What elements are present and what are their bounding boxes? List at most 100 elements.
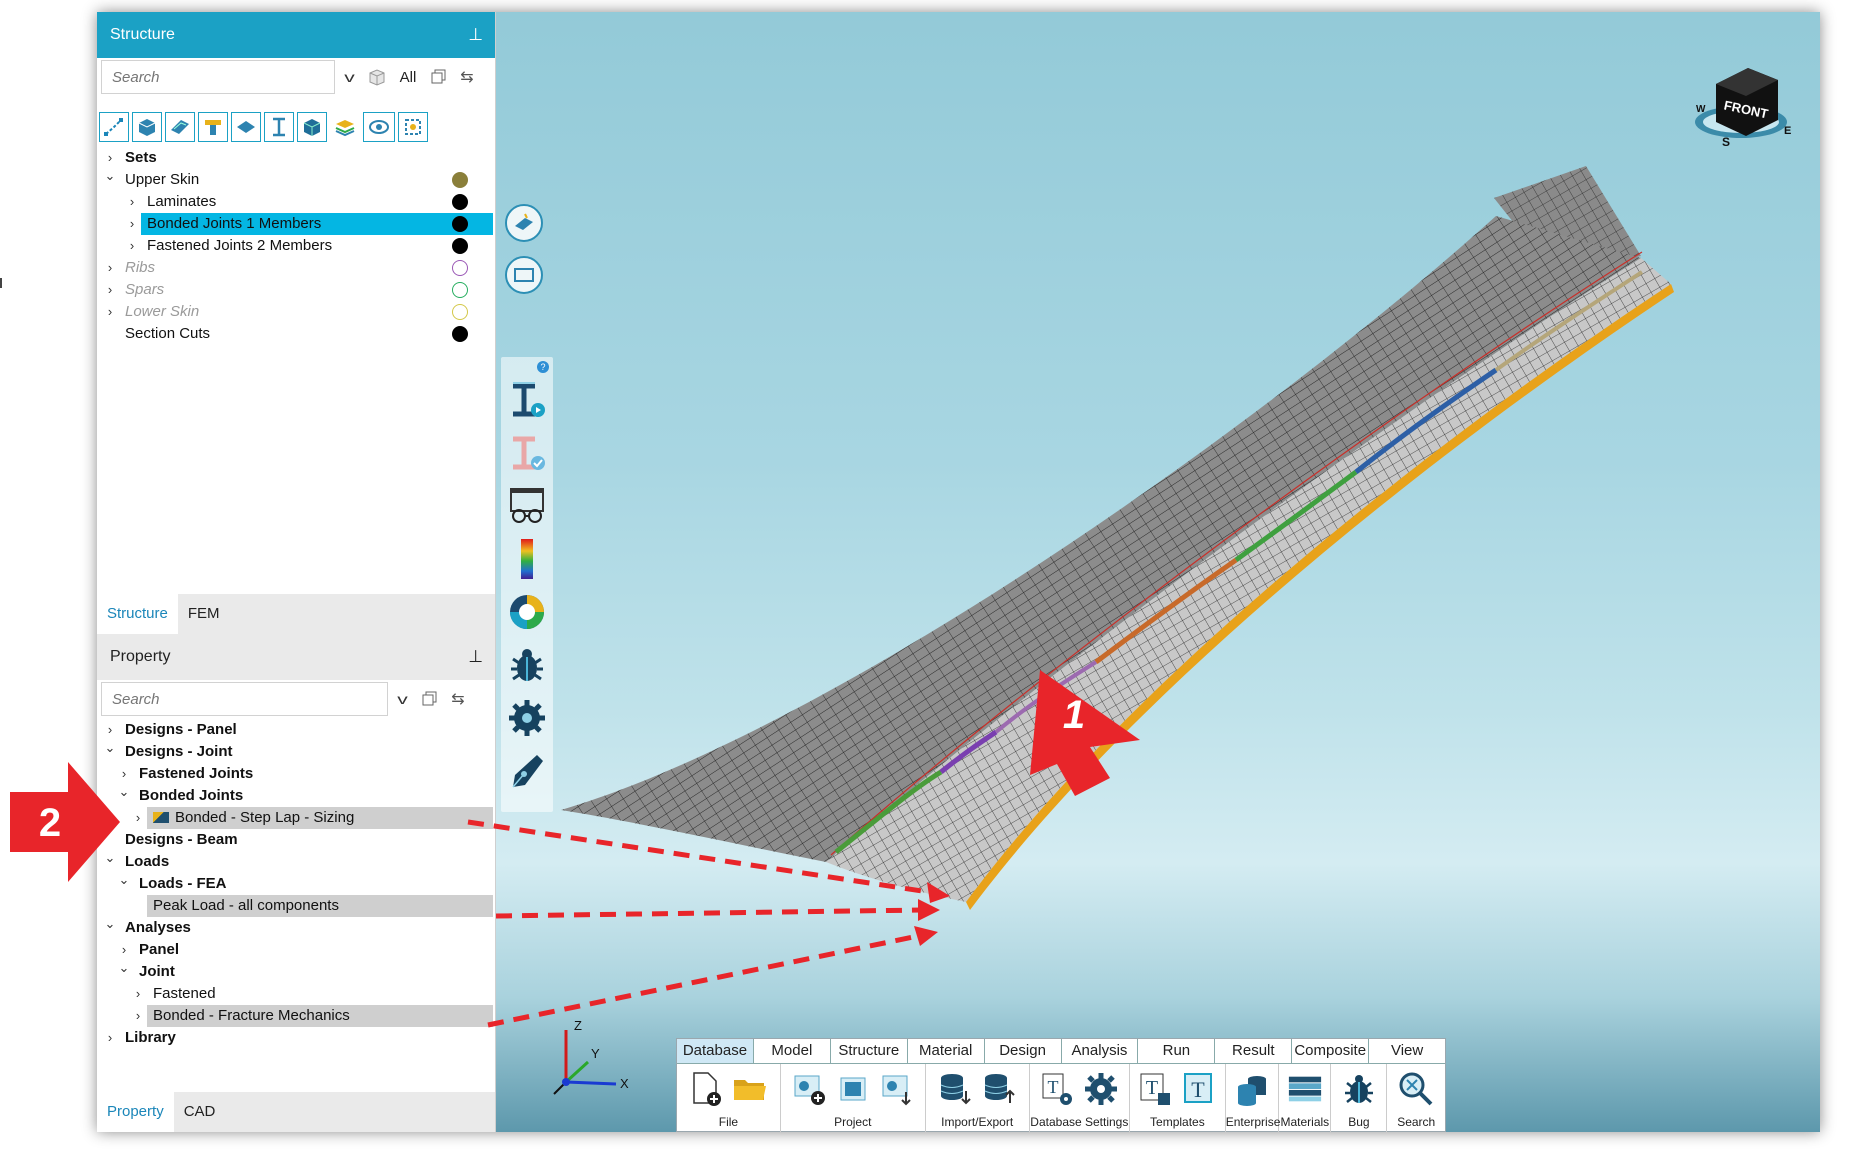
window-select-button[interactable] xyxy=(505,256,543,294)
layers-icon[interactable] xyxy=(330,112,360,142)
tree-row[interactable]: ⌄ Loads xyxy=(97,850,495,873)
export-database-icon[interactable] xyxy=(981,1070,1017,1108)
expand-chevron-right-icon[interactable]: › xyxy=(125,235,139,257)
copy-icon[interactable] xyxy=(416,684,444,714)
tree-row-content[interactable]: Analyses xyxy=(119,917,197,939)
tree-row-content[interactable]: Ribs xyxy=(119,257,161,279)
open-folder-icon[interactable] xyxy=(732,1070,768,1108)
template-icon[interactable]: T xyxy=(1181,1070,1217,1108)
tree-row[interactable]: › Sets xyxy=(97,147,495,169)
color-swatch-icon[interactable] xyxy=(452,304,468,320)
glasses-view-icon[interactable] xyxy=(506,485,548,527)
new-file-icon[interactable] xyxy=(688,1070,724,1108)
expand-chevron-right-icon[interactable]: › xyxy=(103,1027,117,1049)
color-swatch-icon[interactable] xyxy=(452,216,468,232)
tree-row[interactable]: ⌄ Upper Skin xyxy=(97,168,495,191)
tree-row-content[interactable]: Loads - FEA xyxy=(133,873,233,895)
expand-chevron-right-icon[interactable]: › xyxy=(125,191,139,213)
tree-row-content[interactable]: Laminates xyxy=(141,191,222,213)
tree-row-content[interactable]: Bonded - Fracture Mechanics xyxy=(147,1005,493,1027)
ribbon-tab-view[interactable]: View xyxy=(1369,1039,1445,1063)
chevron-down-icon[interactable]: v xyxy=(335,62,363,92)
tree-row[interactable]: › Bonded - Step Lap - Sizing xyxy=(97,807,495,829)
tree-row[interactable]: Peak Load - all components xyxy=(97,895,495,917)
tree-row[interactable]: ⌄ Designs - Joint xyxy=(97,740,495,763)
node-filter-icon[interactable] xyxy=(99,112,129,142)
expand-chevron-right-icon[interactable]: › xyxy=(103,279,117,301)
color-swatch-icon[interactable] xyxy=(452,172,468,188)
tab-structure[interactable]: Structure xyxy=(97,594,178,634)
expand-chevron-down-icon[interactable]: ⌄ xyxy=(117,957,131,979)
tree-row[interactable]: ⌄ Loads - FEA xyxy=(97,872,495,895)
ribbon-tab-run[interactable]: Run xyxy=(1138,1039,1216,1063)
ribbon-tab-database[interactable]: Database xyxy=(677,1039,754,1063)
filter-all-button[interactable]: All xyxy=(391,62,425,92)
section-view-icon[interactable] xyxy=(363,112,395,142)
template-save-icon[interactable]: T xyxy=(1137,1070,1173,1108)
tab-fem[interactable]: FEM xyxy=(178,594,230,634)
expand-chevron-down-icon[interactable]: ⌄ xyxy=(103,847,117,869)
beam-filter-icon[interactable] xyxy=(198,112,228,142)
tree-row[interactable]: Section Cuts xyxy=(97,323,495,345)
expand-chevron-right-icon[interactable]: › xyxy=(131,807,145,829)
tree-row-content[interactable]: Lower Skin xyxy=(119,301,205,323)
tree-row-content[interactable]: Fastened xyxy=(147,983,222,1005)
tree-row[interactable]: › Panel xyxy=(97,939,495,961)
ribbon-tab-result[interactable]: Result xyxy=(1215,1039,1293,1063)
import-database-icon[interactable] xyxy=(937,1070,973,1108)
ribbon-tab-composite[interactable]: Composite xyxy=(1292,1039,1370,1063)
tree-row-content[interactable]: Bonded Joints xyxy=(133,785,249,807)
color-swatch-icon[interactable] xyxy=(452,326,468,342)
export-project-icon[interactable] xyxy=(879,1070,915,1108)
expand-chevron-right-icon[interactable]: › xyxy=(131,1005,145,1027)
tree-row-content[interactable]: Designs - Beam xyxy=(119,829,244,851)
expand-chevron-right-icon[interactable]: › xyxy=(131,983,145,1005)
pen-nib-icon[interactable] xyxy=(506,750,548,792)
ribbon-tab-structure[interactable]: Structure xyxy=(831,1039,908,1063)
tab-property[interactable]: Property xyxy=(97,1092,174,1132)
ribbon-tab-design[interactable]: Design xyxy=(985,1039,1062,1063)
gear-eye-icon[interactable] xyxy=(506,697,548,739)
ibeam-filter-icon[interactable] xyxy=(264,112,294,142)
tree-row[interactable]: ⌄ Bonded Joints xyxy=(97,784,495,807)
tree-row-content[interactable]: Designs - Joint xyxy=(119,741,239,763)
expand-chevron-right-icon[interactable]: › xyxy=(103,257,117,279)
bug-icon[interactable] xyxy=(1341,1070,1377,1108)
tree-row[interactable]: › Lower Skin xyxy=(97,301,495,323)
3d-viewport[interactable]: FRONT W S E ? Z Y X Database Model Struc… xyxy=(496,12,1820,1132)
gear-filter-icon[interactable] xyxy=(398,112,428,142)
tree-row-content[interactable]: Spars xyxy=(119,279,170,301)
ribbon-tab-analysis[interactable]: Analysis xyxy=(1062,1039,1139,1063)
settings-gear-icon[interactable] xyxy=(1083,1070,1119,1108)
view-cube-icon[interactable]: FRONT W S E xyxy=(1686,54,1796,154)
tree-row-content[interactable]: Upper Skin xyxy=(119,169,205,191)
color-swatch-icon[interactable] xyxy=(452,282,468,298)
tree-row-content[interactable]: Peak Load - all components xyxy=(147,895,493,917)
color-swatch-icon[interactable] xyxy=(452,194,468,210)
tab-cad[interactable]: CAD xyxy=(174,1092,226,1132)
expand-chevron-down-icon[interactable]: ⌄ xyxy=(103,165,117,187)
tree-row[interactable]: › Bonded - Fracture Mechanics xyxy=(97,1005,495,1027)
template-settings-icon[interactable]: T xyxy=(1039,1070,1075,1108)
sync-arrows-icon[interactable]: ⇆ xyxy=(453,62,481,92)
color-swatch-icon[interactable] xyxy=(452,238,468,254)
structure-search-input[interactable] xyxy=(101,60,335,94)
solid-filter-icon[interactable] xyxy=(132,112,162,142)
tree-row[interactable]: ⌄ Joint xyxy=(97,960,495,983)
color-swatch-icon[interactable] xyxy=(452,260,468,276)
tree-row-content[interactable]: Bonded Joints 1 Members xyxy=(141,213,493,235)
tree-row-content[interactable]: Fastened Joints 2 Members xyxy=(141,235,338,257)
open-project-icon[interactable] xyxy=(835,1070,871,1108)
expand-chevron-down-icon[interactable]: ⌄ xyxy=(103,913,117,935)
tree-row[interactable]: › Library xyxy=(97,1027,495,1049)
plate-filter-icon[interactable] xyxy=(231,112,261,142)
tree-row-content[interactable]: Bonded - Step Lap - Sizing xyxy=(147,807,493,829)
ribbon-tab-material[interactable]: Material xyxy=(908,1039,985,1063)
search-icon[interactable] xyxy=(1398,1070,1434,1108)
tree-row-content[interactable]: Fastened Joints xyxy=(133,763,259,785)
display-mode-button[interactable] xyxy=(505,204,543,242)
tree-row-content[interactable]: Library xyxy=(119,1027,182,1049)
chevron-down-icon[interactable]: v xyxy=(388,684,416,714)
bug-icon[interactable] xyxy=(506,644,548,686)
expand-chevron-down-icon[interactable]: ⌄ xyxy=(117,781,131,803)
